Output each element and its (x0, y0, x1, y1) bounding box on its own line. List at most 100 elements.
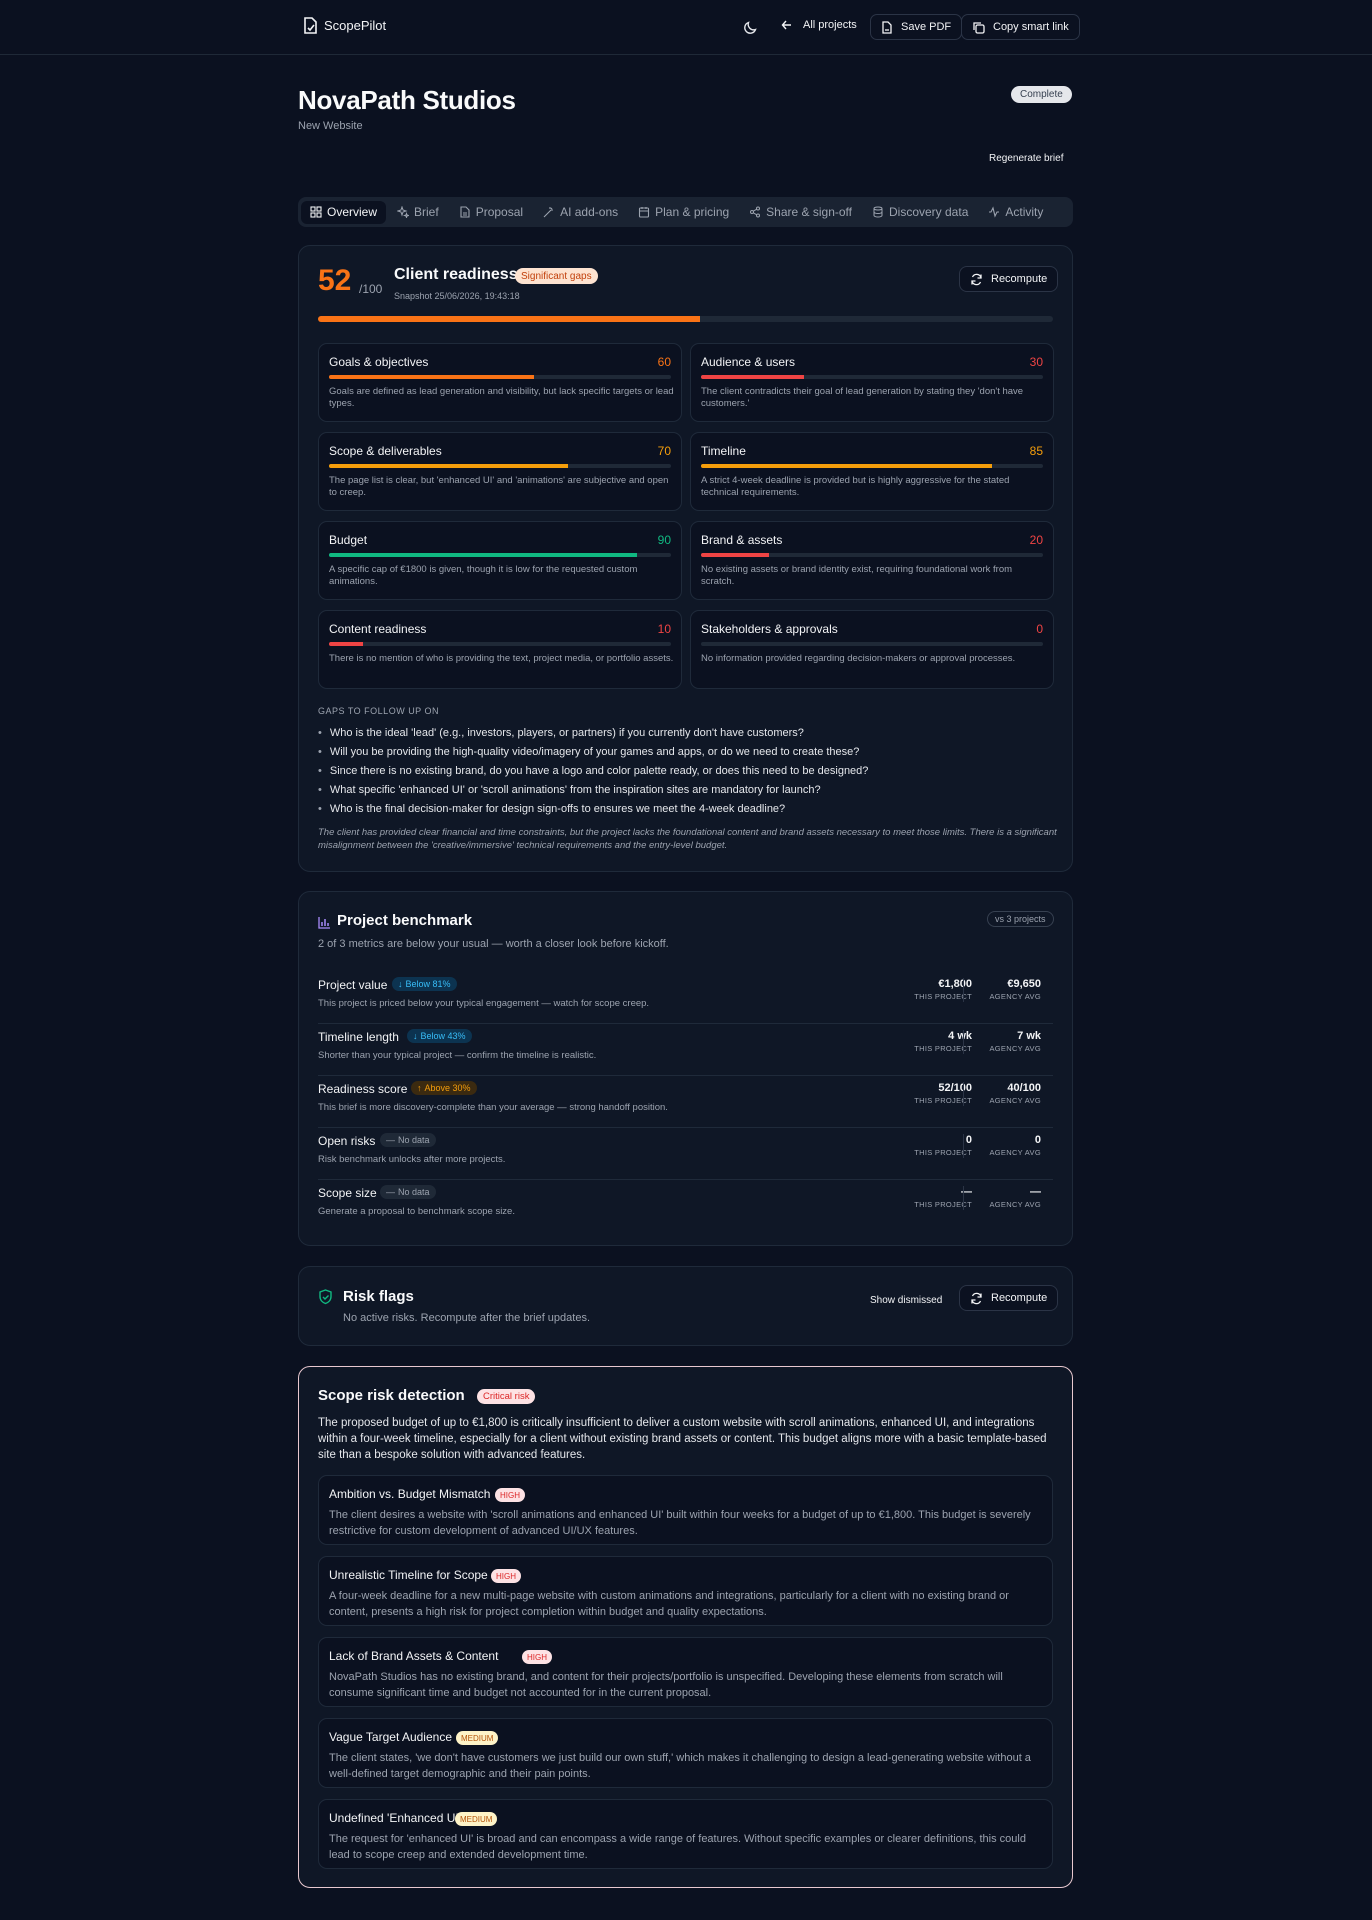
tab-proposal[interactable]: Proposal (450, 201, 532, 224)
sparkles-icon (397, 206, 410, 218)
tab-label: AI add-ons (560, 205, 619, 219)
tab-label: Activity (1005, 205, 1044, 219)
category-name: Timeline (701, 444, 746, 458)
copy-smart-link-button[interactable]: Copy smart link (961, 14, 1080, 40)
metric-name: Open risks (318, 1134, 376, 1148)
agency-avg-value: €9,650 (1007, 978, 1041, 990)
top-bar: ScopePilot All projects Save PDF Copy sm… (0, 0, 1372, 55)
readiness-category: Stakeholders & approvals 0 No information … (690, 610, 1054, 689)
critical-risk-badge: Critical risk (477, 1389, 536, 1404)
moon-icon[interactable] (742, 18, 760, 36)
grid-icon (310, 206, 322, 218)
gap-item: Will you be providing the high-quality v… (318, 742, 1053, 761)
category-name: Brand & assets (701, 533, 783, 547)
trend-icon: ↓ (413, 1031, 418, 1041)
bar-chart-icon (318, 917, 330, 929)
risk-description: The client states, 'we don't have custom… (329, 1752, 1031, 1780)
recompute-label: Recompute (991, 273, 1048, 285)
metric-name: Readiness score (318, 1082, 408, 1096)
readiness-badge: Significant gaps (515, 268, 598, 284)
risk-title: Undefined 'Enhanced UI' (329, 1811, 462, 1825)
category-score: 10 (657, 622, 671, 636)
risk-description: The client desires a website with 'scrol… (329, 1509, 1031, 1537)
tab-activity[interactable]: Activity (979, 201, 1052, 224)
this-project-value: €1,800 (938, 978, 972, 990)
agency-avg-label: AGENCY AVG (989, 992, 1041, 1001)
category-bar (329, 464, 671, 468)
trend-icon: ↑ (417, 1083, 422, 1093)
database-icon (873, 206, 883, 218)
benchmark-row: Scope size — No data Generate a proposal to… (318, 1180, 1053, 1232)
metric-description: Shorter than your typical project — conf… (318, 1050, 597, 1061)
tab-plan-pricing[interactable]: Plan & pricing (629, 201, 738, 224)
file-icon (882, 20, 892, 34)
category-name: Content readiness (329, 622, 427, 636)
all-projects-label: All projects (803, 19, 857, 31)
benchmark-title: Project benchmark (337, 912, 473, 929)
benchmark-row: Open risks — No data Risk benchmark unlocks… (318, 1128, 1053, 1180)
benchmark-row: Project value ↓ Below 81% This project is p… (318, 972, 1053, 1024)
all-projects-link[interactable]: All projects (781, 19, 857, 31)
show-dismissed-button[interactable]: Show dismissed (870, 1295, 942, 1306)
client-readiness-card: 52 /100 Client readiness Significant gap… (298, 245, 1073, 872)
agency-avg-value: 7 wk (1017, 1030, 1041, 1042)
readiness-category: Budget 90 A specific cap of €1800 is given… (318, 521, 682, 600)
badge-text: Below 81% (405, 979, 451, 989)
category-score: 20 (1029, 533, 1043, 547)
this-project-value: 0 (965, 1134, 972, 1146)
recompute-readiness-button[interactable]: Recompute (959, 266, 1059, 292)
agency-avg-value: — (1030, 1186, 1041, 1198)
wand-icon (543, 207, 554, 218)
divider (963, 1030, 964, 1054)
gap-item: Since there is no existing brand, do you… (318, 761, 1053, 780)
scope-risk-item: Ambition vs. Budget Mismatch HIGH The clie… (318, 1475, 1053, 1545)
category-description: The page list is clear, but 'enhanced UI… (329, 475, 669, 498)
scope-risk-item: Unrealistic Timeline for Scope HIGH A four… (318, 1556, 1053, 1626)
risk-description: The request for 'enhanced UI' is broad a… (329, 1833, 1026, 1861)
category-score: 85 (1029, 444, 1043, 458)
risk-flags-subtitle: No active risks. Recompute after the bri… (343, 1312, 591, 1324)
category-description: The client contradicts their goal of lea… (701, 386, 1024, 409)
risk-level-badge: HIGH (491, 1569, 521, 1583)
tab-ai-add-ons[interactable]: AI add-ons (534, 201, 627, 224)
risk-title: Unrealistic Timeline for Scope (329, 1568, 488, 1582)
category-bar (329, 375, 671, 379)
badge-text: No data (398, 1135, 430, 1145)
risk-title: Vague Target Audience (329, 1730, 452, 1744)
category-bar-fill (329, 464, 569, 468)
readiness-category: Brand & assets 20 No existing assets or br… (690, 521, 1054, 600)
readiness-score: 52 (318, 264, 352, 297)
agency-avg-label: AGENCY AVG (989, 1148, 1041, 1157)
tab-discovery-data[interactable]: Discovery data (863, 201, 977, 224)
category-bar (701, 642, 1043, 646)
gap-item: Who is the ideal 'lead' (e.g., investors… (318, 723, 1053, 742)
brand-logo[interactable]: ScopePilot (303, 17, 386, 34)
metric-description: This brief is more discovery-complete th… (318, 1102, 668, 1113)
arrow-left-icon (781, 20, 791, 30)
category-name: Goals & objectives (329, 355, 429, 369)
metric-description: Risk benchmark unlocks after more projec… (318, 1154, 506, 1165)
readiness-category: Timeline 85 A strict 4-week deadline is pr… (690, 432, 1054, 511)
tab-share-sign-off[interactable]: Share & sign-off (740, 201, 861, 224)
category-bar (701, 553, 1043, 557)
save-pdf-button[interactable]: Save PDF (870, 14, 963, 40)
category-bar (329, 553, 671, 557)
recompute-risk-button[interactable]: Recompute (959, 1285, 1059, 1311)
agency-avg-value: 0 (1034, 1134, 1041, 1146)
metric-description: Generate a proposal to benchmark scope s… (318, 1206, 515, 1217)
metric-comparison-badge: — No data (380, 1185, 436, 1199)
benchmark-subtitle: 2 of 3 metrics are below your usual — wo… (318, 938, 669, 950)
logo-icon (304, 17, 317, 34)
tab-overview[interactable]: Overview (301, 200, 387, 224)
regenerate-brief-button[interactable]: Regenerate brief (989, 153, 1064, 164)
tab-brief[interactable]: Brief (388, 201, 448, 224)
tab-label: Proposal (475, 205, 524, 219)
category-name: Budget (329, 533, 368, 547)
divider (963, 1134, 964, 1158)
readiness-denominator: /100 (359, 282, 383, 296)
metric-description: This project is priced below your typica… (318, 998, 650, 1009)
page-title: NovaPath Studios (298, 85, 516, 115)
benchmark-row: Readiness score ↑ Above 30% This brief is m… (318, 1076, 1053, 1128)
category-bar (701, 375, 1043, 379)
tab-bar: Overview Brief Proposal AI add-ons Plan … (298, 197, 1073, 227)
